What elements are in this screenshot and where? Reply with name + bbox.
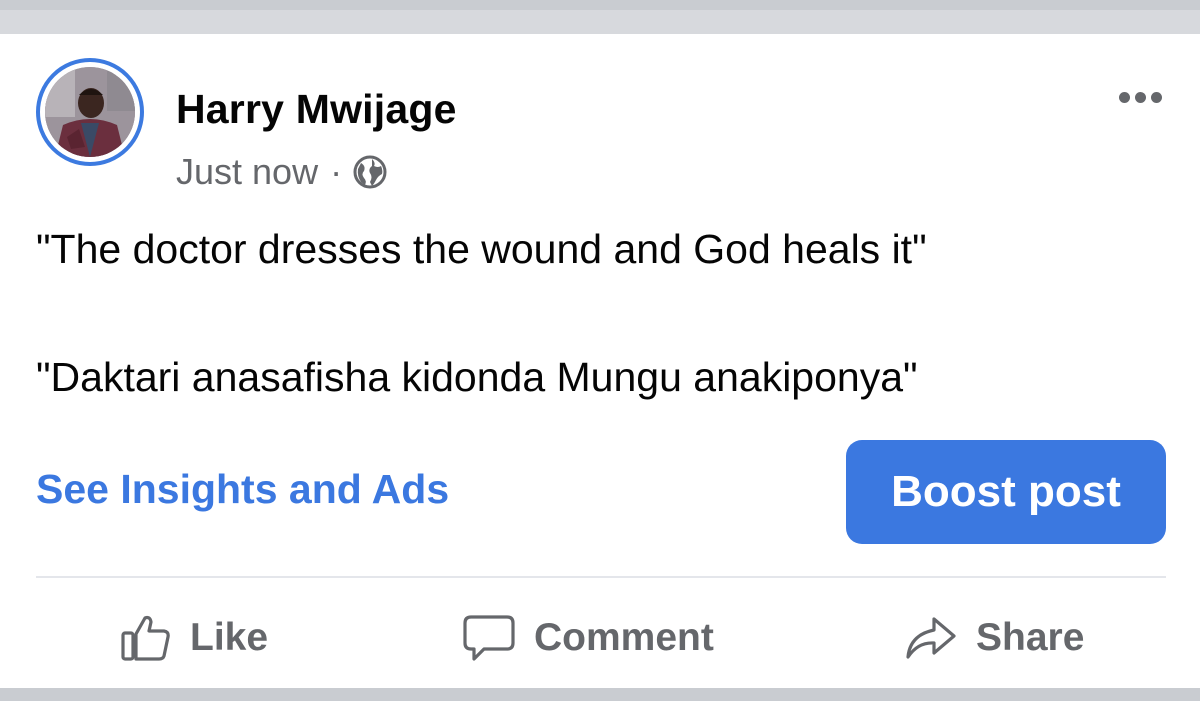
globe-icon[interactable] (352, 154, 388, 190)
post-text-line: "Daktari anasafisha kidonda Mungu anakip… (36, 354, 918, 400)
post-meta: Just now · (176, 150, 388, 194)
share-arrow-icon (906, 617, 956, 659)
actions-divider (36, 576, 1166, 578)
thumbs-up-icon (121, 615, 170, 661)
more-options-icon[interactable] (1112, 82, 1168, 112)
author-name[interactable]: Harry Mwijage (176, 86, 457, 133)
comment-label: Comment (534, 616, 714, 659)
post-text-line: "The doctor dresses the wound and God he… (36, 226, 927, 272)
share-button[interactable]: Share (904, 608, 1084, 668)
see-insights-link[interactable]: See Insights and Ads (36, 466, 449, 513)
comment-bubble-icon (463, 615, 515, 661)
avatar-photo (45, 67, 135, 157)
share-label: Share (976, 616, 1085, 659)
post-timestamp[interactable]: Just now (176, 151, 318, 193)
like-button[interactable]: Like (120, 608, 268, 668)
feed-top-separator (0, 0, 1200, 34)
feed-bottom-separator (0, 688, 1200, 701)
author-avatar[interactable] (36, 58, 144, 166)
boost-post-button[interactable]: Boost post (846, 440, 1166, 544)
meta-separator: · (330, 151, 343, 192)
like-label: Like (190, 616, 269, 659)
comment-button[interactable]: Comment (462, 608, 714, 668)
